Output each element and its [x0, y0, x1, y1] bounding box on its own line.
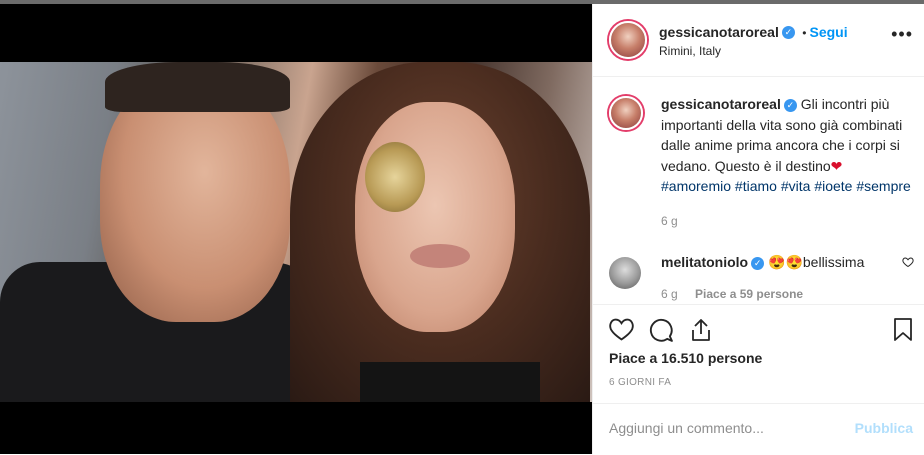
comment-body: melitatoniolo ✓ 😍😍bellissima: [609, 254, 914, 271]
hashtag-link[interactable]: #tiamo: [735, 178, 777, 194]
verified-badge-icon: ✓: [751, 256, 765, 270]
comment-bubble-icon[interactable]: [649, 318, 674, 343]
comment-row: melitatoniolo ✓ 😍😍bellissima 6 g Piace a …: [609, 254, 914, 301]
comment-meta: 6 g Piace a 59 persone: [609, 287, 914, 301]
post-media-area: [0, 4, 592, 454]
share-icon[interactable]: [689, 318, 713, 342]
caption-time[interactable]: 6 g: [609, 211, 914, 232]
header-title-row: gessicanotaroreal ✓ • Segui: [659, 24, 848, 42]
like-heart-icon[interactable]: [609, 318, 634, 341]
author-username[interactable]: gessicanotaroreal: [659, 24, 779, 40]
header-separator: •: [802, 26, 807, 40]
caption-body: gessicanotaroreal ✓ Gli incontri più impo…: [609, 94, 914, 197]
heart-emoji-icon: ❤: [830, 157, 843, 174]
post-photo[interactable]: [0, 62, 592, 402]
comment-text: bellissima: [802, 254, 865, 270]
author-avatar[interactable]: [609, 21, 647, 59]
post-sidebar: gessicanotaroreal ✓ • Segui Rimini, Italy …: [592, 4, 924, 454]
photo-lips: [410, 244, 470, 268]
follow-button[interactable]: Segui: [810, 24, 848, 40]
post-header: gessicanotaroreal ✓ • Segui Rimini, Italy …: [593, 4, 924, 77]
publish-button[interactable]: Pubblica: [855, 420, 913, 436]
photo-man-hair: [105, 62, 290, 112]
caption-username[interactable]: gessicanotaroreal: [661, 96, 781, 112]
verified-badge-icon: ✓: [783, 98, 797, 112]
post-caption: gessicanotaroreal ✓ Gli incontri più impo…: [609, 94, 914, 231]
comment-emojis: 😍😍: [768, 254, 803, 270]
bookmark-icon[interactable]: [893, 318, 913, 342]
comment-likes[interactable]: Piace a 59 persone: [695, 287, 803, 301]
post-age[interactable]: 6 GIORNI FA: [609, 377, 671, 388]
add-comment-bar: Aggiungi un commento... Pubblica: [593, 403, 924, 455]
hashtag-link[interactable]: #ioete: [814, 178, 852, 194]
comment-input[interactable]: Aggiungi un commento...: [609, 420, 764, 436]
hashtag-link[interactable]: #amoremio: [661, 178, 731, 194]
likes-count[interactable]: Piace a 16.510 persone: [609, 350, 762, 366]
photo-woman-face: [355, 102, 515, 332]
comment-time[interactable]: 6 g: [661, 287, 678, 301]
post-location[interactable]: Rimini, Italy: [659, 44, 721, 58]
photo-woman-top: [360, 362, 540, 402]
verified-badge-icon: ✓: [781, 26, 795, 40]
photo-eyepatch: [365, 142, 425, 212]
commenter-username[interactable]: melitatoniolo: [661, 254, 748, 270]
hashtag-link[interactable]: #vita: [781, 178, 811, 194]
action-bar: [593, 304, 924, 342]
hashtag-link[interactable]: #sempre: [856, 178, 910, 194]
comment-like-icon[interactable]: [902, 256, 914, 268]
more-options-icon[interactable]: •••: [891, 24, 913, 45]
